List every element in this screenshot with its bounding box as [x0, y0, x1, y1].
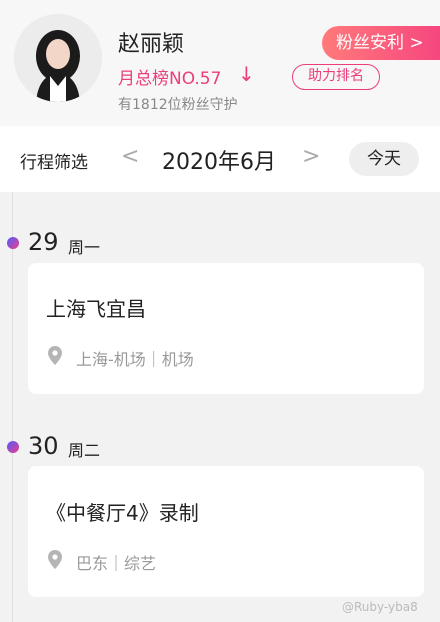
weibo-watermark: @Ruby-yba8: [342, 600, 418, 614]
celebrity-name: 赵丽颖: [118, 32, 185, 57]
boost-rank-button[interactable]: 助力排名: [292, 64, 380, 90]
schedule-filter-label[interactable]: 行程筛选: [20, 148, 88, 173]
event-title: 《中餐厅4》录制: [46, 501, 199, 525]
today-button[interactable]: 今天: [349, 142, 419, 176]
day-number: 30: [28, 432, 59, 460]
event-title: 上海飞宜昌: [46, 297, 146, 321]
schedule-filter-bar: 行程筛选 < 2020年6月 > 今天: [0, 126, 440, 192]
profile-header: 赵丽颖 月总榜NO.57 ↓ 有1812位粉丝守护 粉丝安利 > 助力排名: [0, 0, 440, 126]
schedule-card[interactable]: 《中餐厅4》录制 巴东｜综艺: [28, 466, 424, 597]
avatar-image: [14, 14, 102, 102]
fans-recommend-button[interactable]: 粉丝安利 >: [322, 26, 440, 60]
day-weekday: 周二: [68, 441, 101, 460]
timeline-dot: [7, 237, 19, 249]
fans-count: 有1812位粉丝守护: [118, 97, 238, 113]
avatar[interactable]: [14, 14, 102, 102]
event-location: 巴东｜综艺: [76, 554, 157, 573]
schedule-card[interactable]: 上海飞宜昌 上海-机场｜机场: [28, 263, 424, 394]
day-number: 29: [28, 228, 59, 256]
next-month-icon[interactable]: >: [302, 144, 320, 169]
event-location: 上海-机场｜机场: [76, 350, 194, 369]
prev-month-icon[interactable]: <: [121, 144, 139, 169]
rank-down-arrow-icon: ↓: [238, 62, 255, 86]
timeline-line: [12, 192, 13, 622]
monthly-rank: 月总榜NO.57: [118, 69, 222, 89]
current-month: 2020年6月: [162, 150, 276, 175]
timeline-dot: [7, 441, 19, 453]
location-pin-icon: [48, 550, 62, 569]
location-pin-icon: [48, 346, 62, 365]
day-weekday: 周一: [68, 238, 101, 257]
